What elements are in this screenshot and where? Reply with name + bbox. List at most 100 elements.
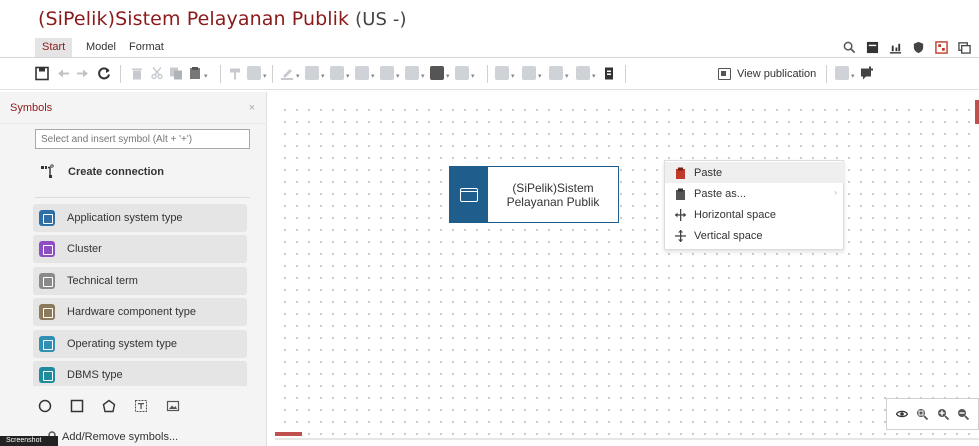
- connection-style-icon: [430, 66, 444, 80]
- distribute-dropdown[interactable]: ▾: [549, 66, 569, 81]
- language-selector[interactable]: (US -): [355, 9, 406, 30]
- symbols-panel-title: Symbols: [10, 102, 53, 114]
- distribute-icon: [549, 66, 563, 80]
- zoom-out-icon[interactable]: [957, 408, 970, 420]
- properties-icon[interactable]: [602, 66, 616, 81]
- submenu-arrow-icon: ›: [834, 188, 837, 197]
- ribbon-tabs: Start Model Format: [0, 36, 979, 58]
- zoom-fit-icon[interactable]: [916, 408, 929, 420]
- application-system-node[interactable]: (SiPelik)Sistem Pelayanan Publik: [449, 166, 619, 223]
- paste-icon: [676, 167, 685, 179]
- symbol-item-technical-term[interactable]: Technical term: [33, 267, 247, 295]
- redo-icon[interactable]: [76, 66, 90, 81]
- horizontal-scrollbar[interactable]: [275, 432, 302, 436]
- search-icon[interactable]: [843, 41, 856, 54]
- format-painter-icon[interactable]: [228, 66, 242, 81]
- display-dropdown[interactable]: ▾: [835, 66, 855, 81]
- model-canvas[interactable]: (SiPelik)Sistem Pelayanan Publik: [275, 100, 979, 440]
- canvas-border: [275, 438, 979, 440]
- node-label: (SiPelik)Sistem Pelayanan Publik: [506, 180, 600, 209]
- toolbar-separator: [272, 65, 273, 83]
- vertical-scrollbar[interactable]: [975, 100, 979, 124]
- shield-icon[interactable]: [912, 41, 925, 54]
- align-dropdown[interactable]: ▾: [247, 66, 267, 81]
- cut-icon[interactable]: [150, 66, 164, 81]
- paste-dropdown[interactable]: ▾: [188, 66, 208, 81]
- group-dropdown[interactable]: ▾: [522, 66, 542, 81]
- model-title: (SiPelik)Sistem Pelayanan Publik: [38, 8, 350, 30]
- shape-type-dropdown[interactable]: ▾: [405, 66, 425, 81]
- align-icon: [247, 66, 261, 80]
- tab-start[interactable]: Start: [35, 38, 73, 57]
- undo-icon[interactable]: [56, 66, 70, 81]
- menu-item-label: Vertical space: [694, 229, 763, 242]
- edit-shape-dropdown[interactable]: ▾: [380, 66, 400, 81]
- zoom-in-icon[interactable]: [937, 408, 949, 420]
- menu-item-label: Horizontal space: [694, 208, 776, 221]
- line-weight-dropdown[interactable]: ▾: [330, 66, 350, 81]
- application-system-icon: [39, 210, 55, 226]
- symbol-item-label: Operating system type: [67, 338, 178, 350]
- square-shape-icon[interactable]: [70, 399, 84, 413]
- text-shape-icon[interactable]: [134, 399, 148, 413]
- symbol-item-label: DBMS type: [67, 369, 123, 381]
- view-publication-label: View publication: [737, 68, 817, 80]
- save-icon[interactable]: [35, 66, 49, 81]
- image-shape-icon[interactable]: [166, 399, 180, 413]
- arrange-dropdown[interactable]: ▾: [495, 66, 515, 81]
- symbol-item-hardware-component-type[interactable]: Hardware component type: [33, 298, 247, 326]
- dbms-icon: [39, 367, 55, 383]
- symbol-item-application-system-type[interactable]: Application system type: [33, 204, 247, 232]
- title-bar: (SiPelik)Sistem Pelayanan Publik (US -): [0, 0, 979, 36]
- create-connection-button[interactable]: Create connection: [40, 162, 164, 182]
- symbol-search-input[interactable]: [35, 129, 250, 149]
- line-style-dropdown[interactable]: ▾: [305, 66, 325, 81]
- line-style-icon: [305, 66, 319, 80]
- symbol-item-dbms-type[interactable]: DBMS type: [33, 361, 247, 386]
- chart-icon[interactable]: [889, 41, 902, 54]
- zoom-panel: [886, 398, 979, 430]
- spacing-icon: [355, 66, 369, 80]
- add-remove-symbols-link[interactable]: Add/Remove symbols...: [62, 431, 178, 443]
- connection-icon: [41, 164, 54, 178]
- symbol-item-label: Cluster: [67, 243, 102, 255]
- symbol-list: Application system type Cluster Technica…: [33, 204, 247, 386]
- node-icon-area: [450, 167, 488, 222]
- spacing-dropdown[interactable]: ▾: [355, 66, 375, 81]
- tab-model[interactable]: Model: [79, 38, 123, 57]
- shape-type-icon: [405, 66, 419, 80]
- layer-dropdown[interactable]: ▾: [576, 66, 596, 81]
- symbol-item-operating-system-type[interactable]: Operating system type: [33, 330, 247, 358]
- menu-item-paste-as[interactable]: Paste as... ›: [665, 183, 845, 204]
- circle-shape-icon[interactable]: [38, 399, 52, 413]
- symbol-item-cluster[interactable]: Cluster: [33, 235, 247, 263]
- toolbar-separator: [487, 65, 488, 83]
- operating-system-icon: [39, 336, 55, 352]
- add-comment-icon[interactable]: [860, 66, 874, 81]
- toolbar: ▾ ▾ ▾ ▾ ▾ ▾ ▾ ▾ ▾ ▾ ▾ ▾ ▾ ▾ View publica…: [0, 58, 979, 90]
- layer-icon: [576, 66, 590, 80]
- refresh-icon[interactable]: [97, 66, 111, 81]
- layout-icon[interactable]: [866, 41, 879, 54]
- vertical-space-icon: [675, 229, 686, 242]
- toolbar-separator: [120, 65, 121, 83]
- screenshot-tag: Screenshot: [0, 436, 58, 446]
- symbol-palette-icon[interactable]: [935, 40, 948, 54]
- copy-icon[interactable]: [169, 66, 183, 81]
- connection-style-dropdown[interactable]: ▾: [430, 66, 450, 81]
- menu-item-vertical-space[interactable]: Vertical space: [665, 225, 845, 246]
- eye-icon[interactable]: [895, 408, 908, 420]
- toolbar-separator: [826, 65, 827, 83]
- line-color-dropdown[interactable]: ▾: [280, 66, 300, 81]
- link-dropdown[interactable]: ▾: [455, 66, 475, 81]
- menu-item-horizontal-space[interactable]: Horizontal space: [665, 204, 845, 225]
- pentagon-shape-icon[interactable]: [102, 399, 116, 413]
- window-icon[interactable]: [958, 41, 971, 54]
- close-icon[interactable]: ×: [249, 102, 255, 114]
- menu-item-paste[interactable]: Paste: [665, 162, 845, 183]
- view-publication-button[interactable]: View publication: [718, 65, 816, 83]
- paste-as-icon: [676, 188, 685, 200]
- tab-format[interactable]: Format: [122, 38, 171, 57]
- edit-shape-icon: [380, 66, 394, 80]
- delete-icon[interactable]: [130, 66, 144, 81]
